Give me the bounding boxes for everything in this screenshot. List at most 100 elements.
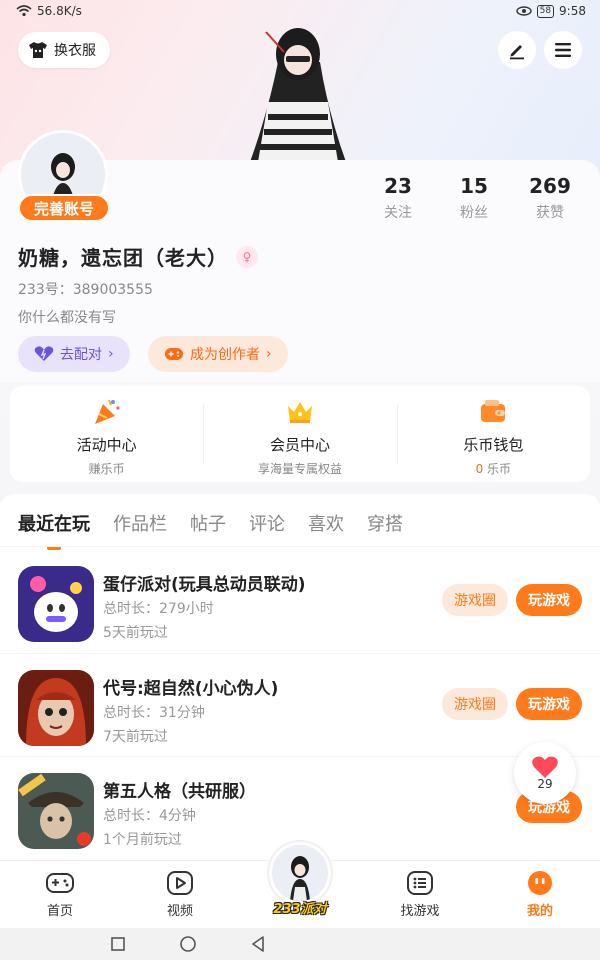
chevron-right-icon: › [266, 346, 272, 362]
hamburger-icon [555, 43, 571, 57]
pencil-icon [510, 45, 524, 60]
game-playtime: 总时长：4分钟 [103, 808, 196, 824]
game-last-played: 7天前玩过 [103, 729, 168, 745]
nav-find-label: 找游戏 [400, 904, 440, 919]
feature-title: 活动中心 [76, 436, 137, 454]
coin-balance: 0 [475, 462, 484, 476]
time-display: 9:58 [559, 4, 586, 18]
like-floating-button[interactable]: 29 [514, 742, 576, 804]
stat-label: 获赞 [536, 205, 564, 221]
stat-likes[interactable]: 269 获赞 [512, 174, 588, 222]
menu-button[interactable] [544, 31, 582, 69]
tabs-divider [0, 546, 600, 547]
feature-subtitle: 享海量专属权益 [257, 462, 342, 476]
coin-unit: 乐币 [487, 462, 512, 476]
smiley-face-icon [528, 871, 552, 895]
battery-indicator: 58 [536, 4, 555, 18]
profile-stats: 23 关注 15 粉丝 269 获赞 [360, 174, 590, 222]
tab-outfits[interactable]: 穿搭 [367, 510, 403, 550]
tab-posts[interactable]: 帖子 [190, 510, 226, 550]
nav-video-label: 视频 [166, 904, 193, 919]
member-center[interactable]: 会员中心 享海量专属权益 [203, 386, 396, 482]
party-center-button[interactable] [269, 842, 331, 904]
tab-likes[interactable]: 喜欢 [308, 510, 344, 550]
circle-home-icon[interactable] [179, 935, 197, 953]
bio: 你什么都没有写 [18, 310, 116, 326]
user-id: 233号：389003555 [18, 282, 153, 298]
feature-subtitle: 赚乐币 [88, 462, 125, 476]
nav-video[interactable]: 视频 [140, 869, 220, 919]
tab-recently-played[interactable]: 最近在玩 [18, 510, 90, 550]
edit-profile-button[interactable] [498, 31, 536, 69]
stat-followers[interactable]: 15 粉丝 [436, 174, 512, 222]
status-bar: 56.8K/s 58 9:58 [0, 0, 600, 24]
content-tabs: 最近在玩 作品栏 帖子 评论 喜欢 穿搭 [18, 510, 403, 550]
change-outfit-label: 换衣服 [54, 43, 96, 59]
play-game-button[interactable]: 玩游戏 [516, 688, 582, 720]
stat-value: 23 [384, 174, 412, 198]
chevron-right-icon: › [108, 346, 114, 362]
game-playtime: 总时长：279小时 [103, 601, 214, 617]
nav-home-label: 首页 [46, 904, 73, 919]
party-avatar-image [272, 845, 328, 901]
game-icon-identity-v[interactable] [18, 773, 94, 849]
square-recent-apps-icon[interactable] [110, 936, 126, 952]
go-match-label: 去配对 [60, 347, 102, 363]
game-last-played: 5天前玩过 [103, 625, 168, 641]
feature-title: 乐币钱包 [463, 436, 524, 454]
feature-subtitle: 0 乐币 [476, 460, 511, 477]
content-card: 最近在玩 作品栏 帖子 评论 喜欢 穿搭 蛋仔派对(玩具总动员联动) 总时长：2… [0, 494, 600, 860]
game-title: 蛋仔派对(玩具总动员联动) [103, 575, 306, 595]
play-game-button[interactable]: 玩游戏 [516, 584, 582, 616]
game-circle-button[interactable]: 游戏圈 [442, 584, 508, 616]
gamepad-icon [46, 873, 74, 893]
profile-page: 56.8K/s 58 9:58 换衣服 完善账号 23 关注 15 粉丝 269… [0, 0, 600, 960]
nav-home[interactable]: 首页 [20, 869, 100, 919]
nav-find-games[interactable]: 找游戏 [380, 869, 460, 919]
like-count: 29 [537, 777, 553, 791]
tab-works[interactable]: 作品栏 [113, 510, 167, 550]
game-playtime: 总时长：31分钟 [103, 705, 205, 721]
game-title: 代号:超自然(小心伪人) [103, 679, 279, 699]
game-icon-eggy-party[interactable] [18, 566, 94, 642]
crown-icon [287, 402, 312, 423]
party-popper-icon [94, 399, 120, 424]
gamepad-icon [165, 348, 183, 360]
stat-label: 粉丝 [460, 205, 488, 221]
game-title: 第五人格（共研服） [103, 782, 256, 802]
heart-icon [532, 756, 558, 778]
become-creator-label: 成为创作者 [190, 347, 260, 363]
game-row[interactable]: 代号:超自然(小心伪人) 总时长：31分钟 7天前玩过 游戏圈 玩游戏 [0, 653, 600, 755]
feature-card: 活动中心 赚乐币 会员中心 享海量专属权益 乐币钱包 0 乐币 [10, 386, 590, 482]
activity-center[interactable]: 活动中心 赚乐币 [10, 386, 203, 482]
complete-account-badge[interactable]: 完善账号 [18, 194, 110, 222]
play-video-icon [167, 871, 193, 895]
nav-mine[interactable]: 我的 [500, 869, 580, 919]
eye-icon [515, 6, 532, 16]
party-center-label[interactable]: 233派对 [260, 898, 340, 917]
tab-comments[interactable]: 评论 [249, 510, 285, 550]
heart-pair-icon [34, 346, 54, 361]
wallet-icon [481, 400, 506, 422]
coin-wallet[interactable]: 乐币钱包 0 乐币 [396, 386, 590, 482]
change-outfit-button[interactable]: 换衣服 [18, 32, 110, 68]
become-creator-button[interactable]: 成为创作者 › [148, 336, 288, 372]
game-row[interactable]: 蛋仔派对(玩具总动员联动) 总时长：279小时 5天前玩过 游戏圈 玩游戏 [0, 550, 600, 652]
stat-following[interactable]: 23 关注 [360, 174, 436, 222]
triangle-back-icon[interactable] [250, 935, 266, 953]
feature-title: 会员中心 [269, 436, 330, 454]
nav-mine-label: 我的 [526, 904, 553, 919]
game-last-played: 1个月前玩过 [103, 832, 182, 848]
nickname-row: 奶糖，遗忘团（老大） ♀ [18, 242, 258, 271]
system-navigation-bar [0, 928, 600, 960]
female-gender-icon: ♀ [236, 245, 258, 268]
wifi-icon [16, 5, 32, 17]
stat-label: 关注 [384, 205, 412, 221]
avatar-character-illustration [250, 28, 346, 162]
tshirt-icon [29, 42, 47, 58]
stat-value: 269 [529, 174, 571, 198]
game-icon-supernatural[interactable] [18, 670, 94, 746]
game-circle-button[interactable]: 游戏圈 [442, 688, 508, 720]
go-match-button[interactable]: 去配对 › [18, 336, 130, 372]
profile-avatar-group[interactable]: 完善账号 [18, 130, 110, 222]
